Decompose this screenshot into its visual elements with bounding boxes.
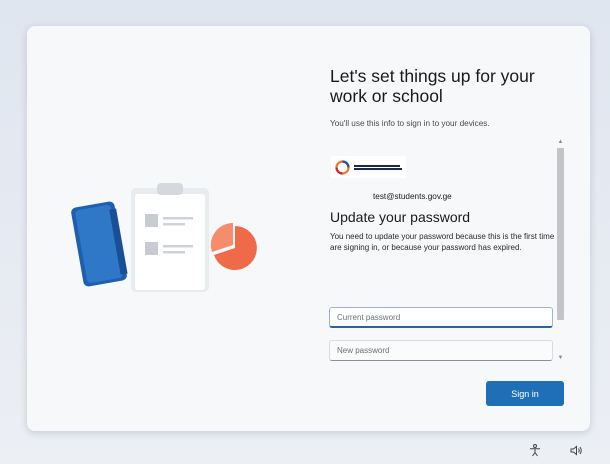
organization-logo-wordmark [354, 164, 402, 170]
organization-logo-icon [335, 159, 350, 175]
sign-in-form-scroll-area[interactable]: test@students.gov.ge Update your passwor… [329, 137, 555, 363]
account-email: test@students.gov.ge [373, 192, 452, 201]
pie-chart-icon [210, 222, 257, 270]
sign-in-button[interactable]: Sign in [486, 381, 564, 406]
update-password-description: You need to update your password because… [330, 232, 555, 252]
volume-button[interactable] [569, 441, 583, 459]
new-password-input[interactable] [329, 340, 553, 361]
accessibility-icon [530, 443, 540, 456]
current-password-input[interactable] [329, 307, 553, 328]
update-password-heading: Update your password [330, 209, 471, 225]
chevron-up-icon[interactable]: ▲ [556, 137, 565, 147]
notebook-icon [71, 201, 128, 287]
chevron-down-icon[interactable]: ▼ [556, 353, 565, 363]
form-scrollbar[interactable]: ▲ ▼ [556, 137, 565, 363]
setup-dialog: Let's set things up for your work or sch… [27, 26, 590, 431]
volume-icon [570, 444, 582, 456]
clipboard-icon [131, 183, 209, 292]
organization-logo [331, 156, 406, 178]
page-subtitle: You'll use this info to sign in to your … [330, 119, 490, 128]
accessibility-button[interactable] [528, 441, 542, 459]
setup-illustration [71, 183, 257, 292]
scrollbar-thumb[interactable] [557, 148, 564, 320]
page-title: Let's set things up for your work or sch… [330, 66, 535, 106]
